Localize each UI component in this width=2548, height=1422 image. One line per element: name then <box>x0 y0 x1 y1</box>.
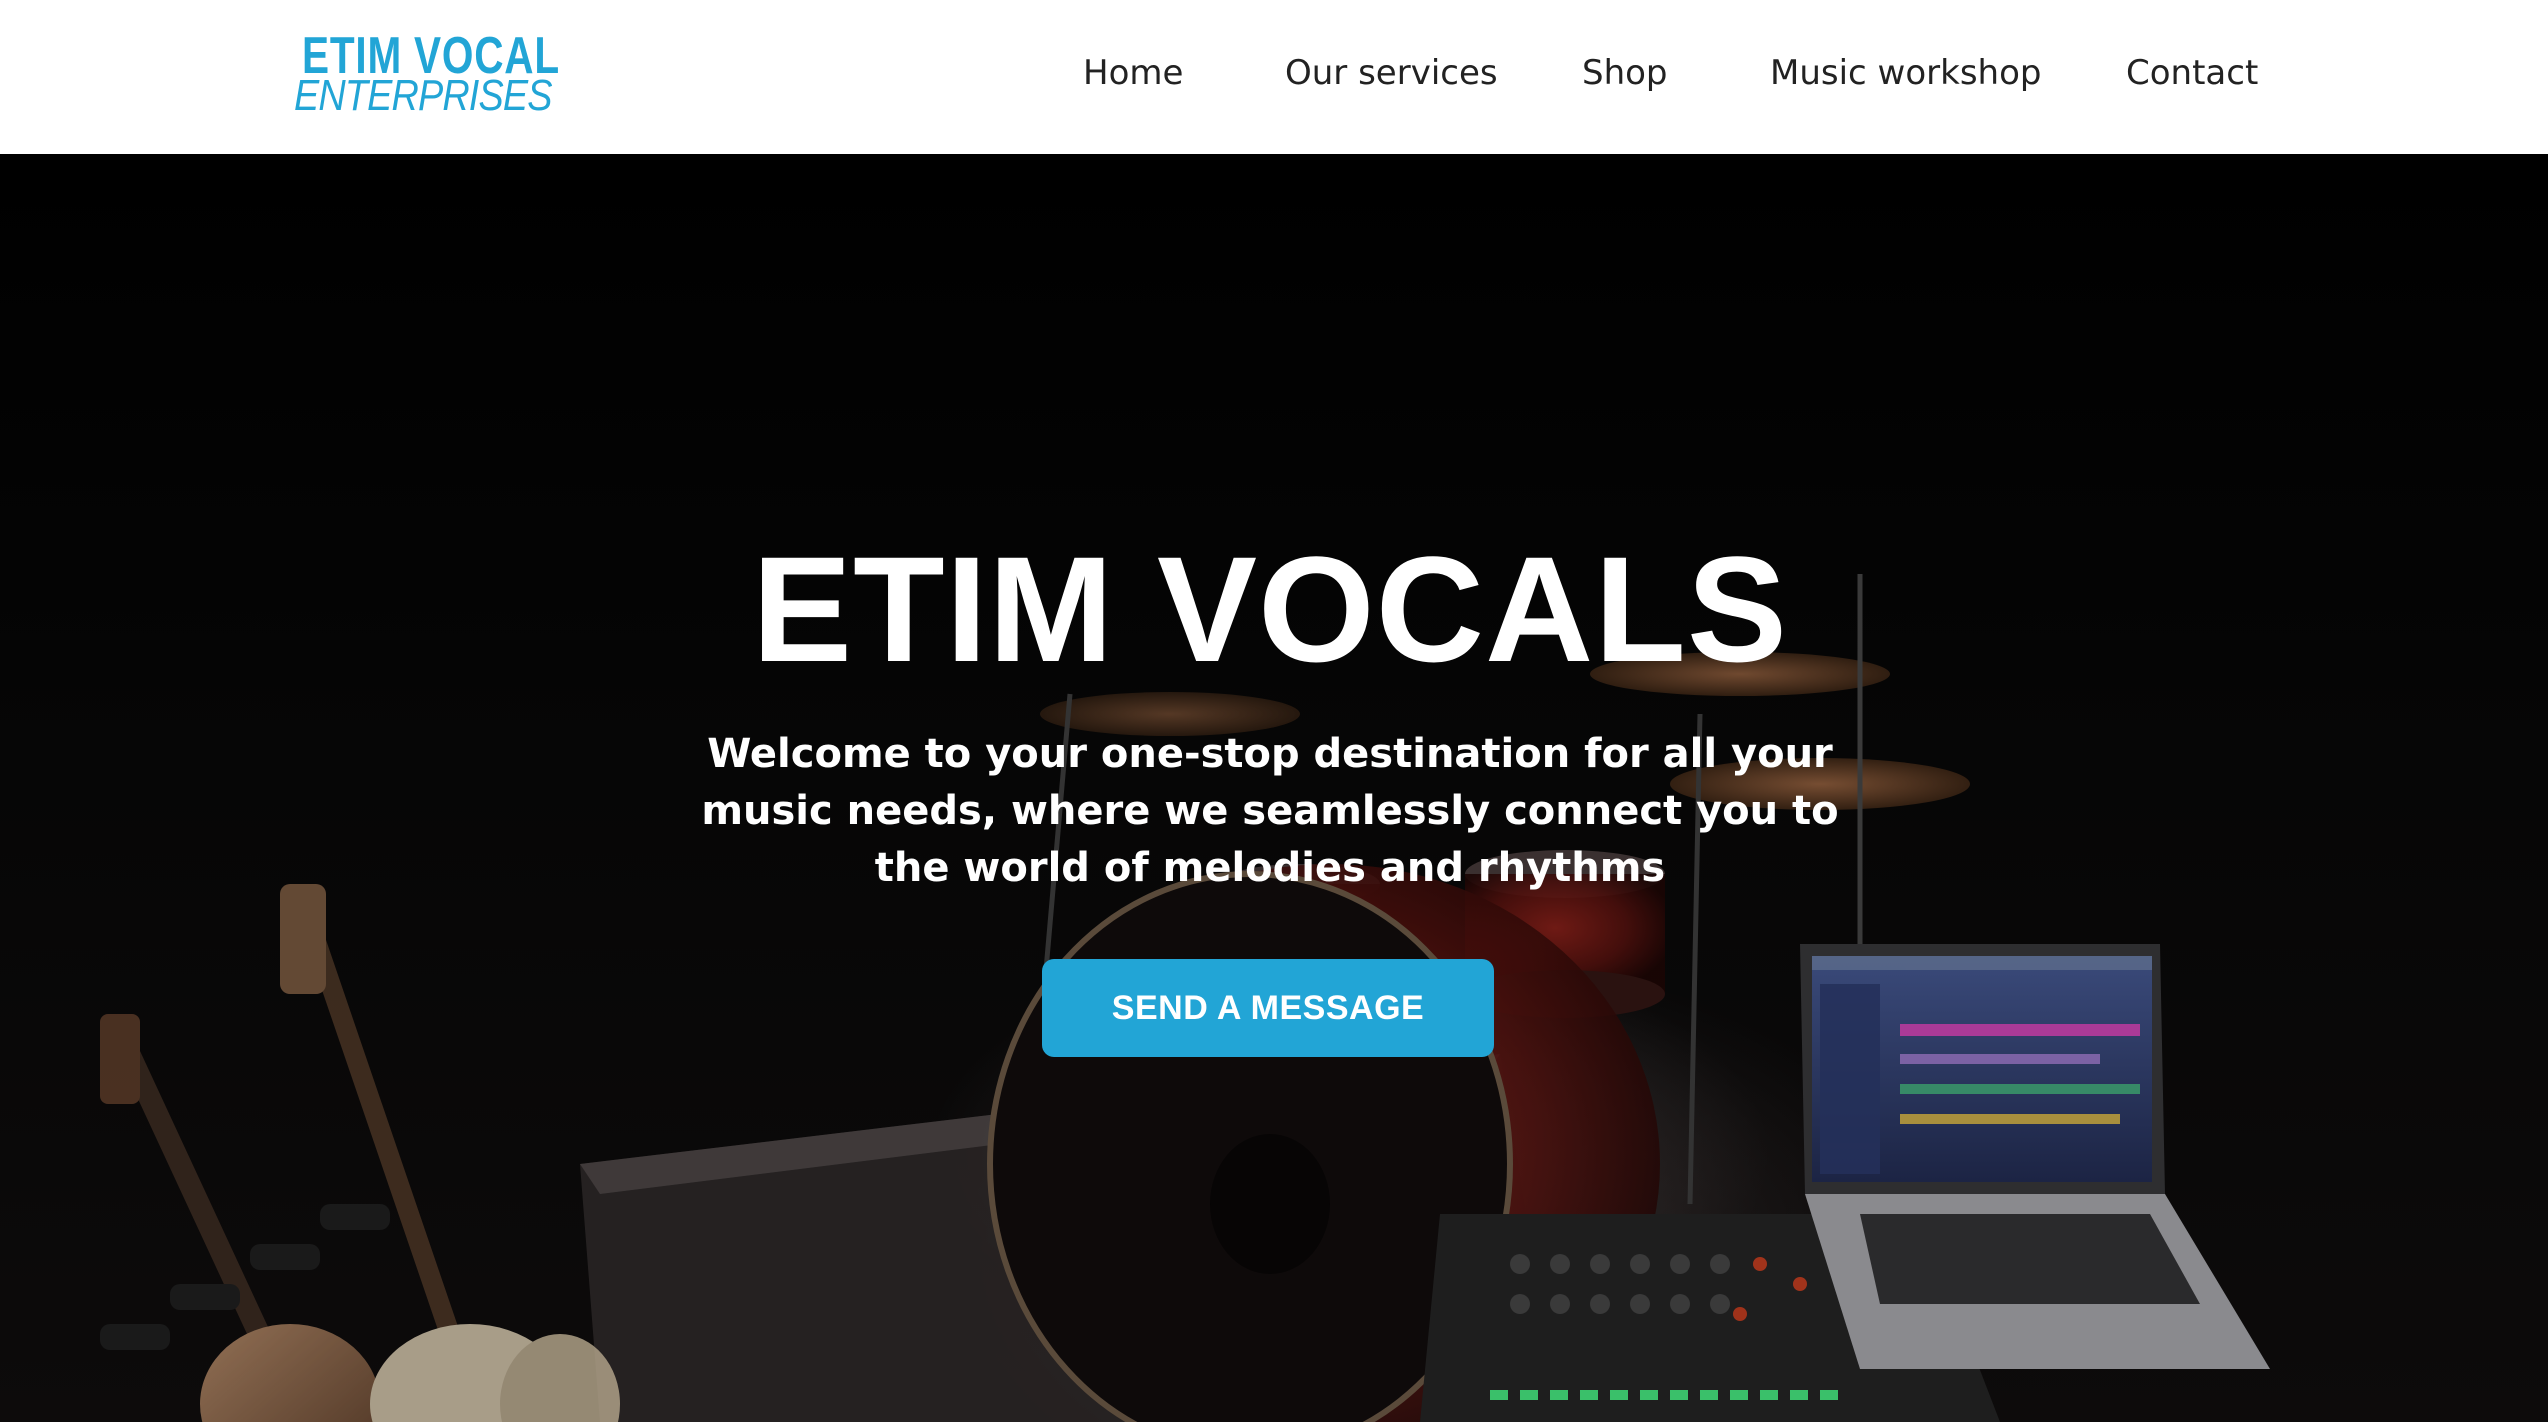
logo-line-2: ENTERPRISES <box>294 71 552 120</box>
site-header: ETIM VOCAL ENTERPRISES Home Our services… <box>0 0 2548 154</box>
logo[interactable]: ETIM VOCAL ENTERPRISES <box>292 28 572 118</box>
nav-item-our-services[interactable]: Our services <box>1285 48 1498 98</box>
hero-subtitle: Welcome to your one-stop destination for… <box>701 731 1839 891</box>
nav-item-home[interactable]: Home <box>1083 48 1183 98</box>
send-message-button[interactable]: SEND A MESSAGE <box>1042 959 1494 1057</box>
nav-item-music-workshop[interactable]: Music workshop <box>1770 48 2041 98</box>
nav-item-shop[interactable]: Shop <box>1582 48 1668 98</box>
hero-title: ETIM VOCALS <box>751 525 1789 693</box>
hero-section: ETIM VOCALS Welcome to your one-stop des… <box>0 154 2548 1422</box>
nav-item-contact[interactable]: Contact <box>2126 48 2258 98</box>
